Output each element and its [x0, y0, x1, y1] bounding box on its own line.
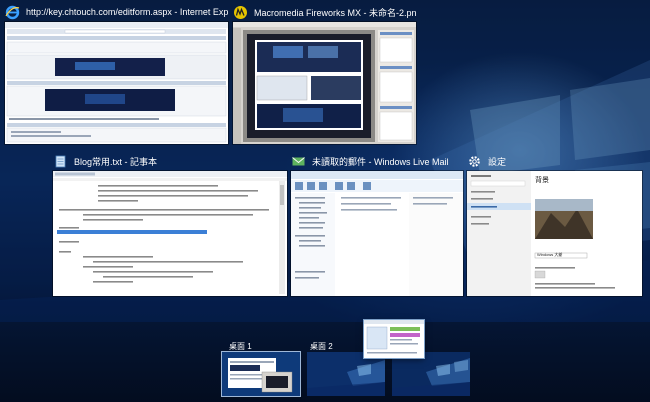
- desktop-1-thumbnail[interactable]: [222, 352, 300, 396]
- window-title: 未讀取的郵件 - Windows Live Mail: [312, 156, 449, 167]
- window-content-preview: [233, 22, 416, 144]
- settings-heading: 背景: [535, 177, 549, 184]
- window-title: http://key.chtouch.com/editform.aspx - I…: [26, 7, 228, 17]
- desktop-2-thumbnail[interactable]: [307, 352, 385, 396]
- window-content-preview: [53, 171, 287, 296]
- window-title-bar: Macromedia Fireworks MX - 未命名-2.png: [233, 2, 416, 22]
- window-thumbnail-internet-explorer[interactable]: http://key.chtouch.com/editform.aspx - I…: [5, 2, 228, 144]
- dragged-window-preview[interactable]: [364, 320, 424, 358]
- window-thumbnail-fireworks[interactable]: Macromedia Fireworks MX - 未命名-2.png: [233, 2, 416, 144]
- desktop-1-label: 桌面 1: [229, 342, 252, 351]
- window-thumbnail-notepad[interactable]: Blog常用.txt - 記事本: [53, 151, 287, 296]
- window-title-bar: 設定: [467, 151, 642, 171]
- desktop-2-label: 桌面 2: [310, 342, 333, 351]
- window-title: Macromedia Fireworks MX - 未命名-2.png: [254, 7, 416, 18]
- window-thumbnail-windows-live-mail[interactable]: 未讀取的郵件 - Windows Live Mail: [291, 151, 463, 296]
- window-title: 設定: [488, 156, 507, 167]
- internet-explorer-icon: [5, 5, 20, 20]
- window-content-preview: [291, 171, 463, 296]
- background-choice-value: Windows 大爺: [537, 252, 563, 257]
- notepad-icon: [53, 154, 68, 169]
- window-title-bar: Blog常用.txt - 記事本: [53, 151, 287, 171]
- window-content-preview: 背景 Windows 大爺: [467, 171, 642, 296]
- window-title-bar: 未讀取的郵件 - Windows Live Mail: [291, 151, 463, 171]
- window-thumbnail-settings[interactable]: 設定 背景 Windows 大爺: [467, 151, 642, 296]
- window-title-bar: http://key.chtouch.com/editform.aspx - I…: [5, 2, 228, 22]
- windows-live-mail-icon: [291, 154, 306, 169]
- window-content-preview: [5, 22, 228, 144]
- fireworks-icon: [233, 5, 248, 20]
- new-desktop-thumbnail[interactable]: [392, 352, 470, 396]
- gear-icon: [467, 154, 482, 169]
- window-title: Blog常用.txt - 記事本: [74, 156, 158, 167]
